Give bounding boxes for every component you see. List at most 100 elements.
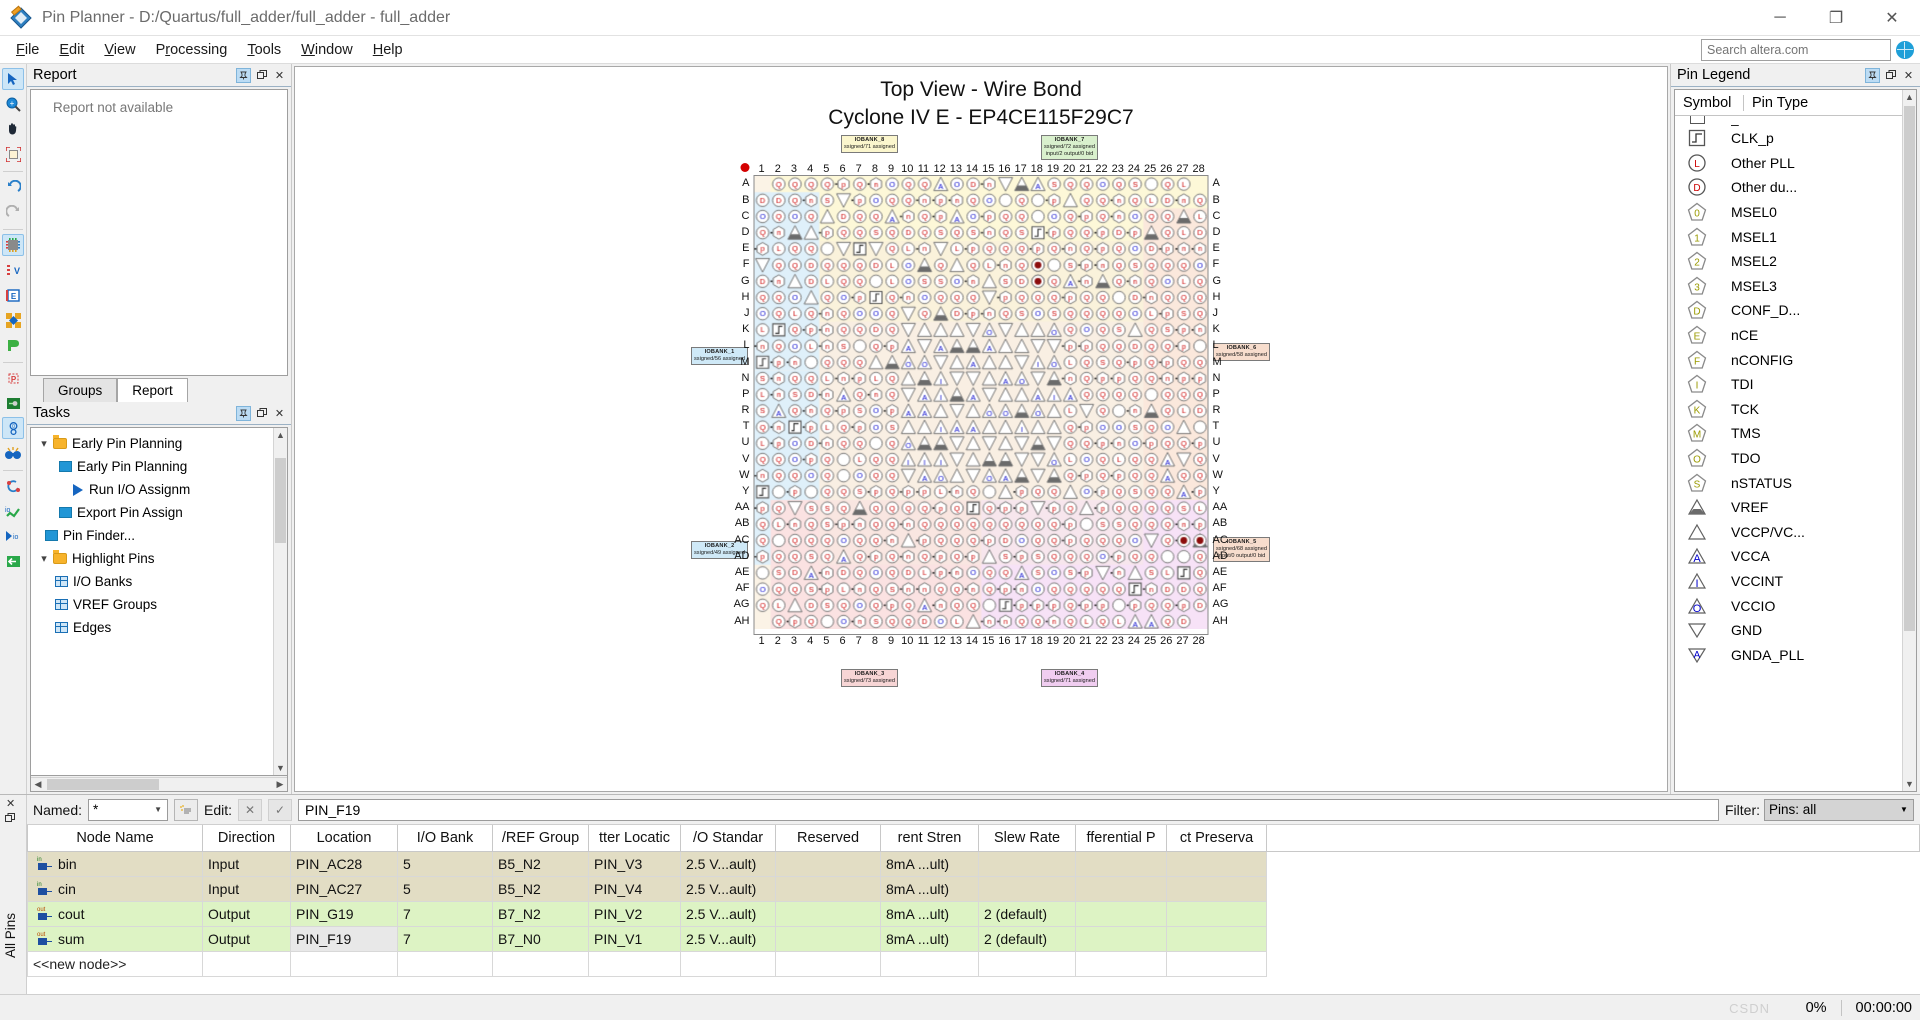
table-row[interactable]: out cout Output PIN_G19 7 B7_N2 PIN_V2 2.5 V...… — [27, 900, 1920, 927]
minimize-button[interactable]: ─ — [1752, 0, 1808, 35]
cell-io-standard[interactable]: 2.5 V...ault) — [680, 850, 776, 877]
tab-report[interactable]: Report — [117, 378, 188, 402]
pan-hand-icon[interactable] — [2, 118, 24, 140]
cell-node-name[interactable]: out sum — [27, 925, 203, 952]
chevron-down-icon[interactable]: ▾ — [35, 437, 53, 450]
legend-row[interactable]: 0 MSEL0 — [1675, 200, 1916, 225]
cell-vref-group[interactable]: B7_N2 — [492, 900, 589, 927]
pin-matrix[interactable] — [754, 176, 1208, 630]
cell-current-strength[interactable]: 8mA ...ult) — [880, 925, 979, 952]
pad-view-icon[interactable]: V — [2, 259, 24, 281]
board-trace-icon[interactable] — [2, 392, 24, 414]
bank-tag-iobank-4[interactable]: IOBANK_4 ssigned/71 assigned — [1041, 669, 1099, 688]
groups-icon[interactable] — [2, 309, 24, 331]
float-icon[interactable] — [1883, 68, 1898, 83]
scroll-right-arrow[interactable]: ▶ — [273, 779, 287, 790]
legend-row[interactable]: VCCP/VC... — [1675, 520, 1916, 545]
cell-fitter-location[interactable]: PIN_V1 — [588, 925, 681, 952]
all-pins-tab-label[interactable]: All Pins — [3, 913, 18, 958]
legend-row[interactable]: L Other PLL — [1675, 151, 1916, 176]
task-item-highlight-pins-folder[interactable]: ▾ Highlight Pins — [31, 547, 287, 570]
cell-differential-pair[interactable] — [1075, 925, 1167, 952]
legend-row[interactable]: A VCCA — [1675, 544, 1916, 569]
cell-node-name[interactable]: in bin — [27, 850, 203, 877]
table-row[interactable]: <<new node>> — [27, 950, 1920, 977]
fit-in-window-icon[interactable] — [2, 143, 24, 165]
legend-row[interactable]: GND — [1675, 618, 1916, 643]
cell-fitter-location[interactable]: PIN_V4 — [588, 875, 681, 902]
task-item-vref-groups[interactable]: VREF Groups — [31, 593, 287, 616]
legend-row[interactable]: M TMS — [1675, 421, 1916, 446]
cell-strict-preservation[interactable] — [1166, 925, 1267, 952]
cell-strict-preservation[interactable] — [1166, 950, 1267, 977]
cell-slew-rate[interactable]: 2 (default) — [978, 900, 1076, 927]
col-fitter-location[interactable]: tter Locatic — [588, 825, 681, 852]
task-item-early-pin-planning[interactable]: Early Pin Planning — [31, 455, 287, 478]
legend-col-symbol[interactable]: Symbol — [1675, 95, 1743, 111]
cell-direction[interactable]: Input — [202, 850, 291, 877]
cell-vref-group[interactable]: B5_N2 — [492, 850, 589, 877]
cell-io-bank[interactable]: 7 — [397, 925, 493, 952]
close-icon[interactable]: ✕ — [6, 797, 15, 810]
cell-location[interactable]: PIN_F19 — [290, 925, 398, 952]
cell-vref-group[interactable]: B7_N0 — [492, 925, 589, 952]
edit-cancel-button[interactable]: ✕ — [238, 798, 263, 821]
legend-row[interactable]: 1 MSEL1 — [1675, 224, 1916, 249]
pin-grid[interactable]: 1 2 3 4 5 6 7 8 9 10 11 12 13 14 15 16 17 18 19 20 21 22 23 24 2… — [734, 163, 1229, 647]
scroll-up-arrow[interactable]: ▲ — [274, 428, 287, 442]
float-icon[interactable] — [254, 406, 269, 421]
table-row[interactable]: in cin Input PIN_AC27 5 B5_N2 PIN_V4 2.5 V...au… — [27, 875, 1920, 902]
pin-finder-icon[interactable]: P — [2, 367, 24, 389]
search-input[interactable] — [1701, 38, 1891, 61]
cell-direction[interactable]: Input — [202, 875, 291, 902]
col-vref-group[interactable]: /REF Group — [492, 825, 589, 852]
pin-icon[interactable] — [236, 405, 251, 421]
cell-direction[interactable]: Output — [202, 900, 291, 927]
undo-icon[interactable] — [2, 176, 24, 198]
cell-io-bank[interactable]: 5 — [397, 850, 493, 877]
cell-strict-preservation[interactable] — [1166, 875, 1267, 902]
task-item-edges[interactable]: Edges — [31, 616, 287, 639]
legend-row[interactable]: I VCCINT — [1675, 569, 1916, 594]
select-arrow-icon[interactable] — [2, 68, 24, 90]
pin-icon[interactable] — [236, 67, 251, 83]
cell-fitter-location[interactable] — [588, 950, 681, 977]
scroll-down-arrow[interactable]: ▼ — [1903, 777, 1916, 791]
col-current-strength[interactable]: rent Stren — [880, 825, 979, 852]
task-item-early-pin-planning-folder[interactable]: ▾ Early Pin Planning — [31, 432, 287, 455]
cell-fitter-location[interactable]: PIN_V2 — [588, 900, 681, 927]
refresh-icon[interactable] — [2, 475, 24, 497]
package-view-icon[interactable] — [2, 234, 24, 256]
pins-table-scroll[interactable]: Node Name Direction Location I/O Bank /R… — [27, 825, 1920, 994]
cell-io-standard[interactable] — [680, 950, 776, 977]
legend-row[interactable]: SnSTATUS — [1675, 470, 1916, 495]
cell-io-standard[interactable]: 2.5 V...ault) — [680, 925, 776, 952]
globe-icon[interactable] — [1896, 40, 1914, 59]
cell-slew-rate[interactable]: 2 (default) — [978, 925, 1076, 952]
apply-filter-button[interactable] — [174, 798, 199, 821]
cell-io-standard[interactable]: 2.5 V...ault) — [680, 900, 776, 927]
menu-help[interactable]: Help — [363, 39, 413, 61]
report-window-icon[interactable]: E — [2, 284, 24, 306]
bank-icon[interactable] — [2, 334, 24, 356]
cell-io-bank[interactable] — [397, 950, 493, 977]
scroll-thumb[interactable] — [275, 458, 286, 543]
legend-row[interactable]: D Other du... — [1675, 175, 1916, 200]
menu-view[interactable]: View — [94, 39, 145, 61]
legend-row[interactable]: A GNDA_PLL — [1675, 642, 1916, 667]
cell-node-name[interactable]: <<new node>> — [27, 950, 203, 977]
tasks-vertical-scrollbar[interactable]: ▲ ▼ — [273, 428, 287, 775]
legend-row[interactable]: D CONF_D... — [1675, 298, 1916, 323]
bank-tag-iobank-7[interactable]: IOBANK_7 ssigned/72 assigned input/2 out… — [1041, 135, 1099, 161]
close-icon[interactable]: ✕ — [272, 406, 287, 421]
cell-reserved[interactable] — [775, 950, 881, 977]
edit-value-input[interactable]: PIN_F19 — [298, 798, 1719, 821]
chevron-down-icon[interactable]: ▼ — [151, 805, 165, 814]
chevron-down-icon[interactable]: ▾ — [35, 552, 53, 565]
legend-row[interactable]: 2 MSEL2 — [1675, 249, 1916, 274]
task-item-run-io-assignment[interactable]: Run I/O Assignm — [31, 478, 287, 501]
tasks-horizontal-scrollbar[interactable]: ◀ ▶ — [31, 777, 287, 791]
redo-icon[interactable] — [2, 201, 24, 223]
cell-differential-pair[interactable] — [1075, 850, 1167, 877]
cell-vref-group[interactable]: B5_N2 — [492, 875, 589, 902]
